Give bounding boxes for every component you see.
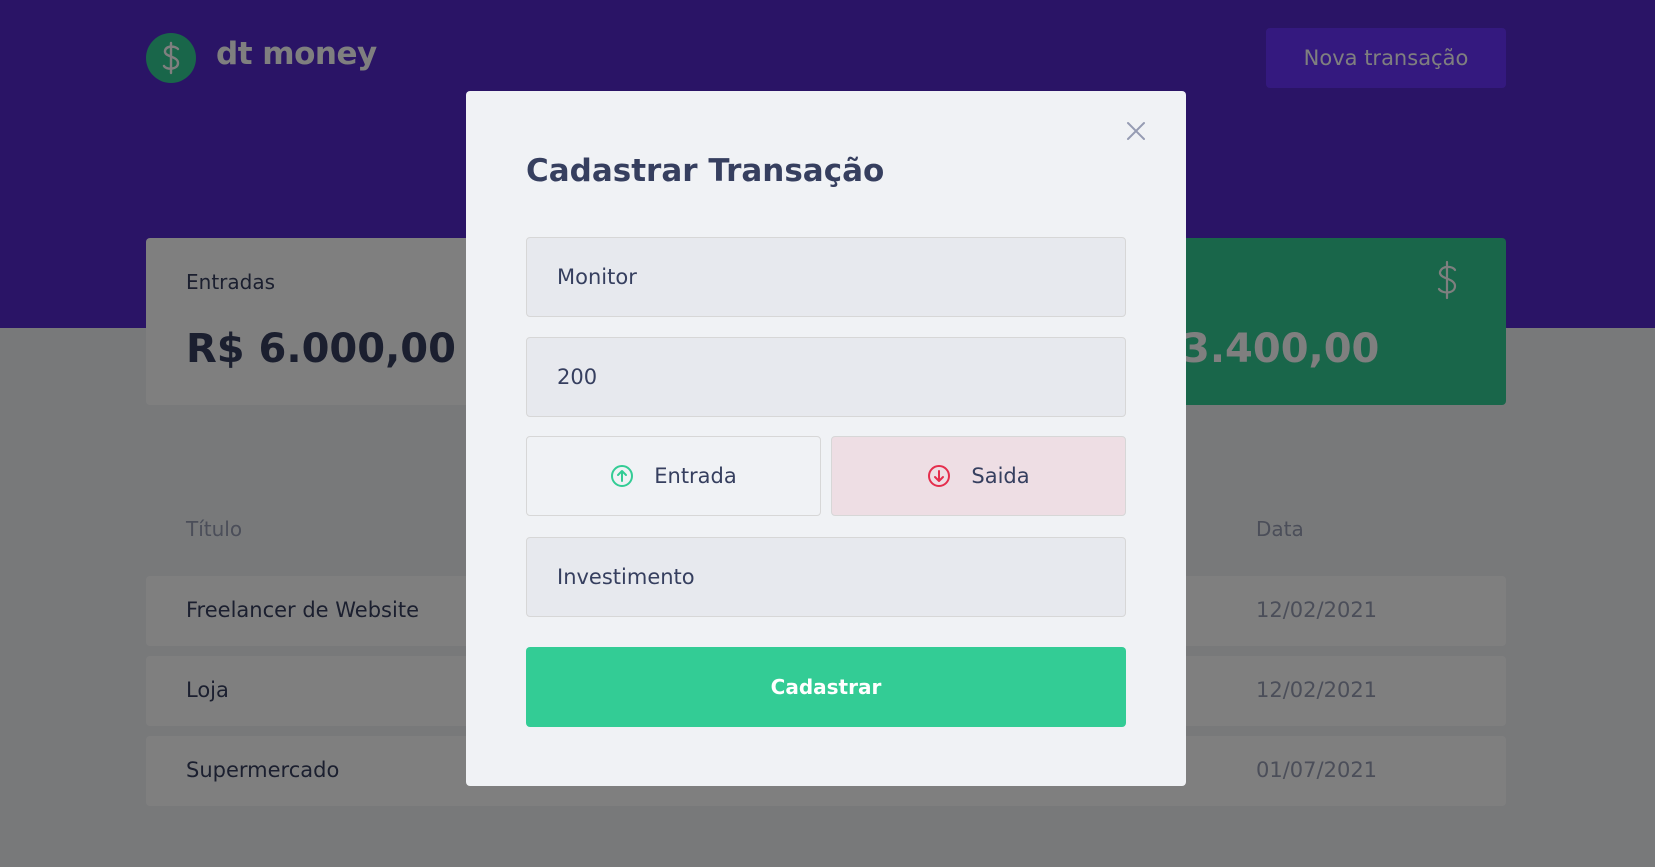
- outcome-type-button[interactable]: Saida: [831, 436, 1126, 516]
- category-input[interactable]: [526, 537, 1126, 617]
- arrow-up-circle-icon: [611, 465, 634, 487]
- modal-title: Cadastrar Transação: [526, 153, 885, 189]
- new-transaction-modal: Cadastrar Transação Entrada Saida Cadast…: [466, 91, 1186, 786]
- outcome-type-label: Saida: [971, 464, 1030, 488]
- income-type-label: Entrada: [654, 464, 737, 488]
- arrow-down-circle-icon: [928, 465, 951, 487]
- submit-button[interactable]: Cadastrar: [526, 647, 1126, 727]
- close-button[interactable]: [1124, 119, 1148, 143]
- income-type-button[interactable]: Entrada: [526, 436, 821, 516]
- amount-input[interactable]: [526, 337, 1126, 417]
- title-input[interactable]: [526, 237, 1126, 317]
- close-icon: [1127, 122, 1145, 140]
